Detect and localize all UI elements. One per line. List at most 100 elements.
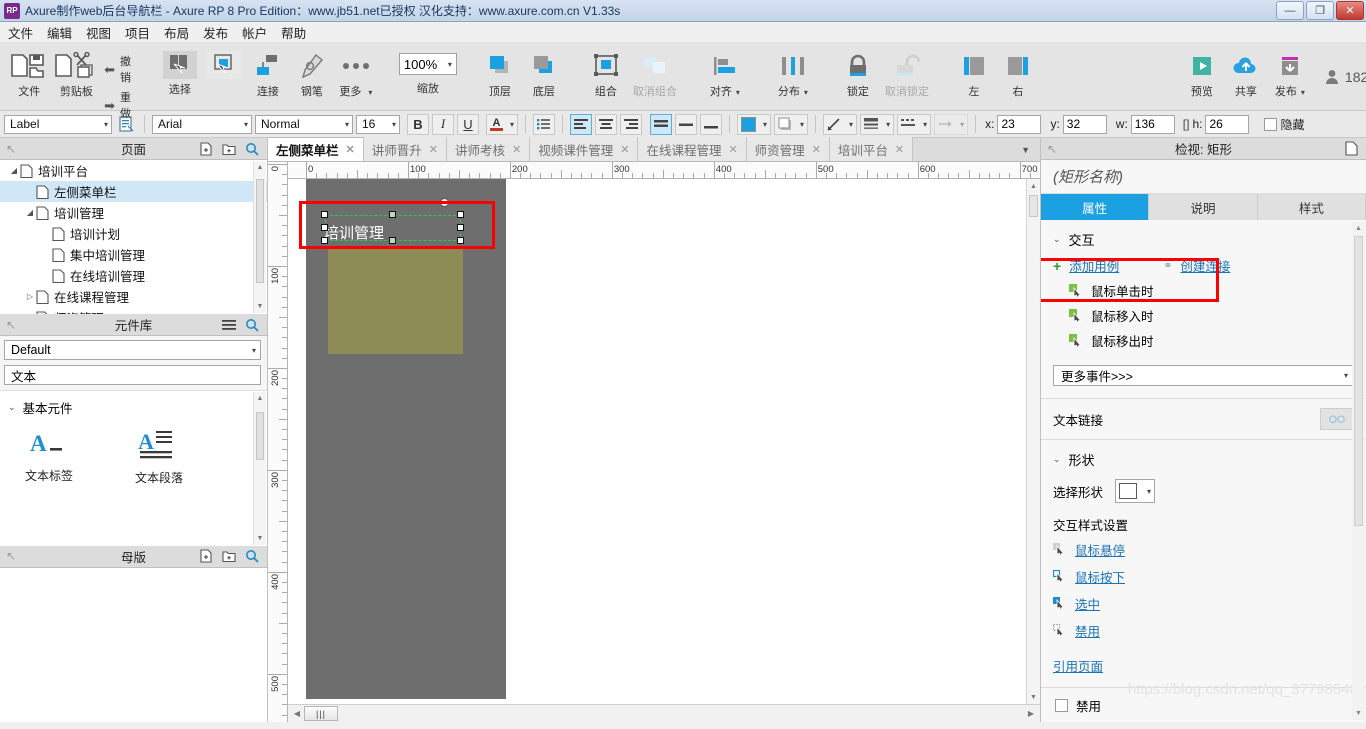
zoom-combo[interactable]: 100% ▾ (398, 53, 457, 75)
close-icon[interactable]: ✕ (346, 143, 355, 156)
close-icon[interactable]: ✕ (895, 143, 904, 156)
canvas-horizontal-scrollbar[interactable]: ◀ ||| ▶ (288, 704, 1040, 722)
select-tool-button[interactable]: 选择 (159, 47, 201, 97)
interaction-style-item[interactable]: 选中 (1041, 590, 1366, 617)
scroll-up-icon[interactable]: ▲ (1352, 222, 1365, 235)
tree-expander-icon[interactable]: ◢ (8, 166, 20, 175)
interaction-section-header[interactable]: ⌄ 交互 (1041, 220, 1366, 253)
menu-item-publish[interactable]: 发布 (203, 23, 228, 42)
design-canvas[interactable]: 培训管理 (288, 179, 1026, 704)
tree-expander-icon[interactable] (40, 250, 52, 259)
document-tab[interactable]: 左侧菜单栏 ✕ (268, 137, 364, 161)
close-button[interactable]: ✕ (1336, 1, 1364, 20)
font-color-button[interactable]: A ▾ (486, 113, 519, 135)
menu-item-project[interactable]: 项目 (125, 23, 150, 42)
align-left-button[interactable] (570, 113, 593, 135)
right-panel-toggle[interactable]: 右 (997, 47, 1039, 99)
font-weight-select[interactable]: Normal ▾ (255, 114, 353, 134)
distribute-button[interactable]: 分布 ▾ (769, 47, 817, 99)
tree-expander-icon[interactable]: ◢ (24, 208, 36, 217)
line-width-button[interactable]: ▾ (860, 113, 895, 135)
bold-button[interactable]: B (407, 113, 429, 135)
add-master-icon[interactable] (199, 549, 213, 563)
close-icon[interactable]: ✕ (728, 143, 737, 156)
tree-expander-icon[interactable] (24, 187, 36, 196)
menu-item-help[interactable]: 帮助 (281, 23, 306, 42)
tree-expander-icon[interactable] (40, 229, 52, 238)
group-button[interactable]: 组合 (585, 47, 627, 99)
masters-body[interactable] (0, 567, 267, 722)
menu-item-account[interactable]: 帐户 (242, 23, 267, 42)
lock-ratio-icon[interactable]: [] (1183, 117, 1190, 131)
h-input[interactable] (1205, 114, 1250, 134)
page-tree-item[interactable]: 集中培训管理 (0, 244, 267, 265)
interaction-event[interactable]: 鼠标移入时 (1041, 303, 1366, 328)
interaction-style-label[interactable]: 选中 (1075, 594, 1100, 613)
library-search-input[interactable]: 文本 (4, 365, 261, 386)
text-link-button[interactable] (1320, 408, 1354, 430)
font-family-select[interactable]: Arial ▾ (152, 114, 252, 134)
collapse-icon[interactable]: ↖ (1041, 142, 1057, 156)
page-tree-item[interactable]: ▷师资管理 (0, 307, 267, 315)
underline-button[interactable]: U (457, 113, 479, 135)
page-tree-item[interactable]: ▷ 在线课程管理 (0, 286, 267, 307)
page-tree-item[interactable]: 在线培训管理 (0, 265, 267, 286)
shape-select[interactable]: ▾ (1115, 479, 1156, 503)
page-tree-item[interactable]: ◢ 培训平台 (0, 160, 267, 181)
more-events-select[interactable]: 更多事件>>> ▾ (1053, 365, 1354, 386)
interaction-style-label[interactable]: 禁用 (1075, 621, 1100, 640)
lock-button[interactable]: 锁定 (837, 47, 879, 99)
library-select[interactable]: Default ▾ (4, 340, 261, 361)
scroll-down-icon[interactable]: ▼ (254, 532, 266, 545)
send-to-back-button[interactable]: 底层 (523, 47, 565, 99)
scroll-left-icon[interactable]: ◀ (290, 709, 304, 718)
add-page-icon[interactable] (199, 141, 213, 156)
search-icon[interactable] (245, 549, 259, 563)
interaction-style-item[interactable]: 鼠标按下 (1041, 563, 1366, 590)
document-tab[interactable]: 视频课件管理 ✕ (530, 137, 639, 161)
italic-button[interactable]: I (432, 113, 454, 135)
interaction-style-item[interactable]: 禁用 (1041, 617, 1366, 644)
close-icon[interactable]: ✕ (620, 143, 629, 156)
clipboard-button[interactable]: 剪贴板 (51, 47, 102, 99)
align-center-button[interactable] (595, 113, 618, 135)
y-input[interactable] (1062, 114, 1107, 134)
document-tab[interactable]: 培训平台 ✕ (829, 137, 914, 161)
add-folder-icon[interactable] (222, 142, 236, 156)
interaction-style-item[interactable]: 鼠标悬停 (1041, 536, 1366, 563)
line-color-button[interactable]: ▾ (823, 113, 858, 135)
style-select[interactable]: Label ▾ (4, 114, 112, 134)
restore-button[interactable]: ❐ (1306, 1, 1334, 20)
file-button[interactable]: 文件 (10, 47, 49, 99)
tree-expander-icon[interactable] (40, 271, 52, 280)
collapse-icon[interactable]: ↖ (0, 142, 16, 156)
document-tab[interactable]: 讲师考核 ✕ (446, 137, 531, 161)
menu-item-edit[interactable]: 编辑 (47, 23, 72, 42)
interaction-style-label[interactable]: 鼠标按下 (1075, 567, 1125, 586)
widget-name-field[interactable]: (矩形名称) (1041, 160, 1366, 194)
tabs-overflow-icon[interactable]: ▼ (1021, 145, 1040, 155)
align-button[interactable]: 对齐 ▾ (701, 47, 749, 99)
scroll-thumb[interactable] (256, 179, 264, 283)
scroll-thumb[interactable] (1354, 236, 1363, 526)
search-icon[interactable] (245, 318, 259, 332)
page-note-icon[interactable] (1344, 141, 1358, 156)
menu-item-file[interactable]: 文件 (8, 23, 33, 42)
scroll-down-icon[interactable]: ▼ (1352, 707, 1365, 720)
undo-button[interactable]: ⬅ 撤销 (104, 53, 139, 85)
valign-middle-button[interactable] (675, 113, 698, 135)
close-icon[interactable]: ✕ (512, 143, 521, 156)
document-tab[interactable]: 师资管理 ✕ (746, 137, 830, 161)
preview-button[interactable]: 预览 (1181, 47, 1223, 99)
minimize-button[interactable]: — (1276, 1, 1304, 20)
scroll-thumb[interactable]: ||| (304, 706, 338, 721)
menu-item-layout[interactable]: 布局 (164, 23, 189, 42)
scroll-up-icon[interactable]: ▲ (254, 161, 266, 174)
widget-text-label[interactable]: A 文本标签 (18, 429, 80, 486)
interaction-event[interactable]: 鼠标移出时 (1041, 328, 1366, 353)
valign-top-button[interactable] (650, 113, 673, 135)
menu-item-view[interactable]: 视图 (86, 23, 111, 42)
hamburger-icon[interactable] (222, 318, 236, 332)
library-scrollbar[interactable]: ▲ ▼ (253, 392, 266, 545)
pages-tree[interactable]: ◢ 培训平台 左侧菜单栏 ◢ 培训管理 培训计划 集中培训管理 在线培训管理 ▷ 在线课程… (0, 160, 267, 315)
